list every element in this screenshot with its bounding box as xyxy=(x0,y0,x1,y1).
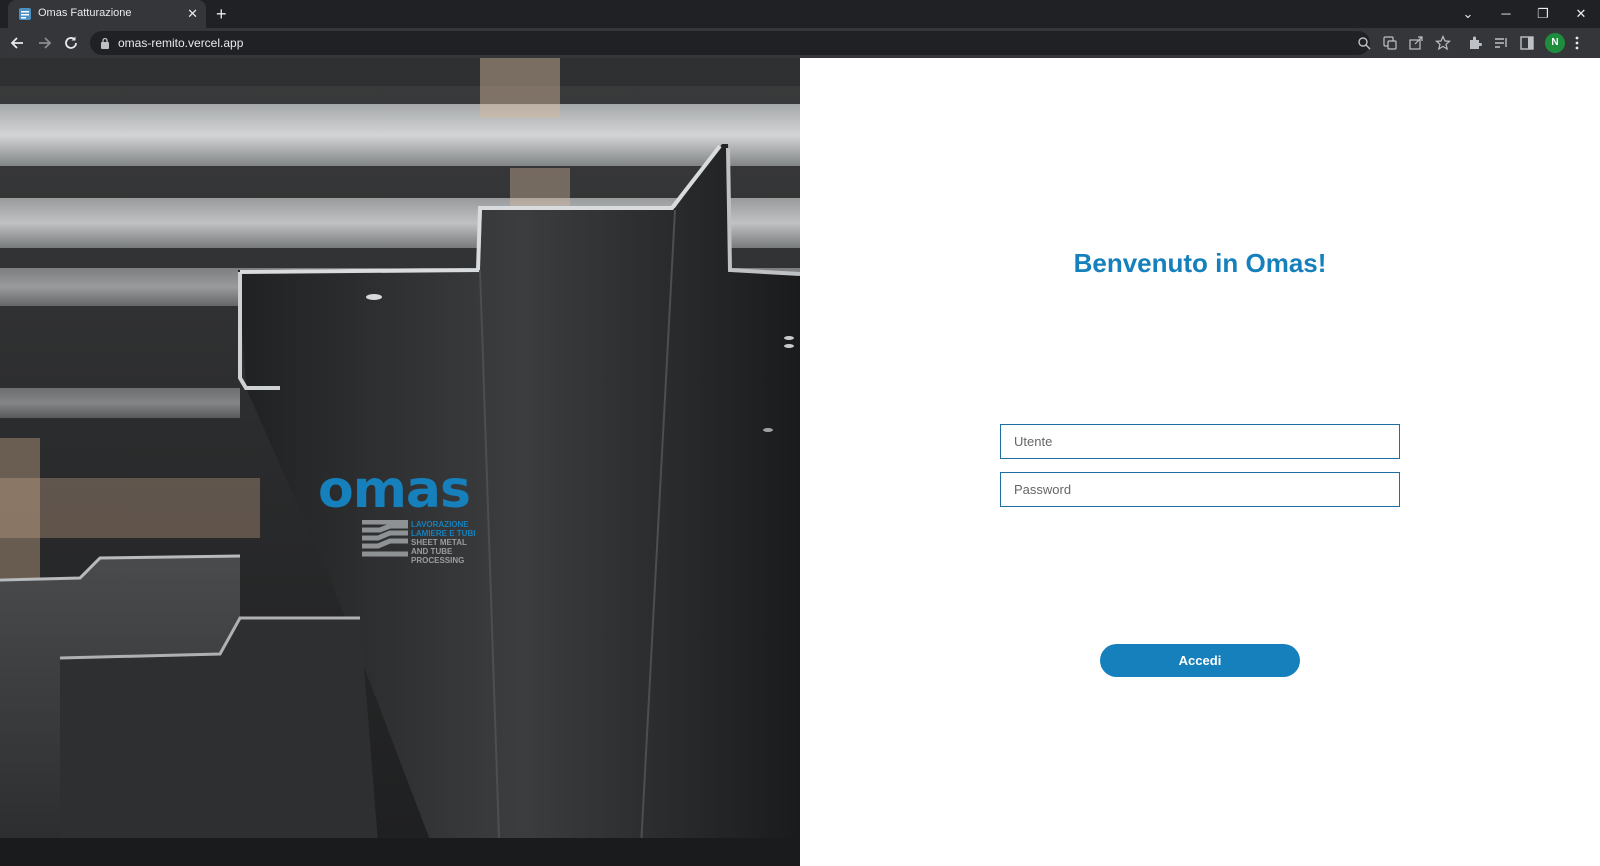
tagline-line: SHEET METAL xyxy=(411,538,467,547)
window-close-button[interactable]: ✕ xyxy=(1571,4,1591,24)
reading-list-icon[interactable] xyxy=(1493,35,1509,51)
zoom-icon[interactable] xyxy=(1357,36,1371,50)
forward-icon[interactable] xyxy=(34,33,54,53)
tab-title: Omas Fatturazione xyxy=(38,7,132,19)
tab-search-chevron-icon[interactable]: ⌄ xyxy=(1458,4,1478,24)
profile-avatar[interactable]: N xyxy=(1545,33,1565,53)
page-title: Benvenuto in Omas! xyxy=(1073,248,1327,278)
browser-tabstrip: Omas Fatturazione ✕ + ⌄ ─ ❐ ✕ xyxy=(0,0,1600,28)
new-tab-button[interactable]: + xyxy=(216,3,227,25)
hero-image: omas LAVORAZIONE LAMIERE E TUBI SHEET ME… xyxy=(0,58,800,866)
bookmark-star-icon[interactable] xyxy=(1435,35,1451,51)
url-text[interactable]: omas-remito.vercel.app xyxy=(118,36,243,50)
login-panel: Benvenuto in Omas! Accedi xyxy=(800,58,1600,866)
omas-logo-tagline: LAVORAZIONE LAMIERE E TUBI SHEET METAL A… xyxy=(411,520,475,565)
side-panel-icon[interactable] xyxy=(1519,35,1535,51)
username-input[interactable] xyxy=(1000,424,1400,459)
restore-button[interactable]: ❐ xyxy=(1533,4,1553,24)
translate-icon[interactable] xyxy=(1382,35,1398,51)
lock-icon[interactable] xyxy=(100,37,110,49)
share-icon[interactable] xyxy=(1408,35,1424,51)
browser-tab[interactable]: Omas Fatturazione ✕ xyxy=(8,0,206,28)
password-input[interactable] xyxy=(1000,472,1400,507)
login-button[interactable]: Accedi xyxy=(1100,644,1300,677)
reload-icon[interactable] xyxy=(61,33,81,53)
tagline-line: LAVORAZIONE xyxy=(411,520,469,529)
minimize-button[interactable]: ─ xyxy=(1496,4,1516,24)
omas-logo-text: omas xyxy=(318,460,471,520)
browser-toolbar: omas-remito.vercel.app N xyxy=(0,28,1600,58)
tagline-line: AND TUBE xyxy=(411,547,453,556)
more-menu-icon[interactable] xyxy=(1574,35,1580,51)
extensions-icon[interactable] xyxy=(1467,35,1483,51)
tagline-line: PROCESSING xyxy=(411,556,465,565)
tab-close-icon[interactable]: ✕ xyxy=(187,5,198,23)
back-icon[interactable] xyxy=(8,33,28,53)
omas-logo-mark-icon xyxy=(362,520,408,557)
favicon-icon xyxy=(19,8,31,20)
tagline-line: LAMIERE E TUBI xyxy=(411,529,476,538)
address-bar[interactable]: omas-remito.vercel.app xyxy=(90,31,1371,55)
